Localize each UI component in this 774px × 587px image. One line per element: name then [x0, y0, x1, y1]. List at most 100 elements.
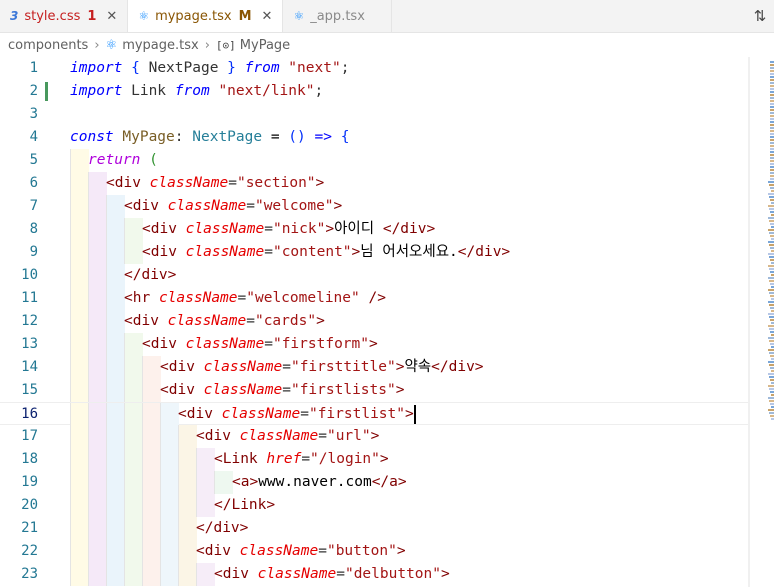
- indent-guide: [178, 425, 197, 448]
- compare-changes-icon[interactable]: ⇅: [746, 0, 774, 32]
- close-icon[interactable]: ✕: [262, 9, 273, 24]
- code-line[interactable]: 14 <div className="firsttitle">약속</div>: [0, 356, 750, 379]
- minimap-row: [770, 109, 774, 111]
- line-number: 13: [21, 336, 38, 352]
- minimap-row: [770, 103, 774, 105]
- code-line[interactable]: 12 <div className="cards">: [0, 310, 750, 333]
- code-token: (): [288, 129, 306, 145]
- breadcrumb-file[interactable]: mypage.tsx: [122, 38, 199, 53]
- css-icon: 3: [10, 9, 19, 23]
- indent-guide: [70, 425, 89, 448]
- code-token: >: [396, 543, 406, 559]
- tab-bar-spacer: [392, 0, 746, 32]
- code-line[interactable]: 7 <div className="welcome">: [0, 195, 750, 218]
- code-token: =: [318, 428, 327, 444]
- minimap-row: [770, 151, 774, 153]
- close-icon[interactable]: ✕: [106, 9, 117, 24]
- code-line[interactable]: 3: [0, 103, 750, 126]
- code-token: }: [227, 60, 236, 76]
- indent-guide: [106, 448, 125, 471]
- code-token: <div: [124, 313, 159, 329]
- code-line[interactable]: 17 <div className="url">: [0, 425, 750, 448]
- code-content: <div className="url">: [196, 425, 379, 448]
- code-line[interactable]: 16 <div className="firstlist">: [0, 402, 750, 426]
- minimap[interactable]: [750, 57, 774, 587]
- code-line[interactable]: 22 <div className="button">: [0, 540, 750, 563]
- code-token: <div: [142, 244, 177, 260]
- indent-guide: [70, 172, 89, 195]
- code-token: className: [203, 359, 283, 375]
- minimap-row: [768, 409, 774, 411]
- indent-guide: [106, 241, 125, 264]
- code-token: "next/link": [218, 83, 315, 99]
- indent-guide: [88, 356, 107, 379]
- code-line[interactable]: 4 const MyPage: NextPage = () => {: [0, 126, 750, 149]
- text-cursor: [413, 404, 416, 424]
- code-line[interactable]: 15 <div className="firstlists">: [0, 379, 750, 402]
- tab-label: _app.tsx: [310, 8, 365, 24]
- code-content: const MyPage: NextPage = () => {: [70, 126, 349, 149]
- code-line[interactable]: 20 </Link>: [0, 494, 750, 517]
- indent-guide: [124, 471, 143, 494]
- minimap-row: [770, 169, 774, 171]
- code-token: =: [282, 359, 291, 375]
- minimap-row: [768, 325, 774, 327]
- indent-guide: [88, 379, 107, 402]
- code-line[interactable]: 10 </div>: [0, 264, 750, 287]
- code-line[interactable]: 11 <hr className="welcomeline" />: [0, 287, 750, 310]
- breadcrumb-folder[interactable]: components: [8, 38, 88, 53]
- code-token: <a>: [232, 474, 259, 490]
- code-line[interactable]: 13 <div className="firstform">: [0, 333, 750, 356]
- indent-guide: [88, 195, 107, 218]
- indent-guide: [160, 540, 179, 563]
- code-line[interactable]: 8 <div className="nick">아이디 </div>: [0, 218, 750, 241]
- minimap-row: [770, 211, 774, 213]
- minimap-row: [770, 157, 774, 159]
- code-token: className: [239, 543, 319, 559]
- minimap-row: [768, 241, 774, 243]
- line-number: 14: [21, 359, 38, 375]
- breadcrumb-symbol[interactable]: MyPage: [240, 38, 290, 53]
- minimap-row: [768, 397, 774, 399]
- code-token: =: [301, 451, 311, 467]
- code-line[interactable]: 19 <a>www.naver.com</a>: [0, 471, 750, 494]
- code-line[interactable]: 6 <div className="section">: [0, 172, 750, 195]
- minimap-row: [770, 115, 774, 117]
- minimap-row: [770, 379, 774, 381]
- code-token: >: [315, 175, 325, 191]
- code-token: href: [266, 451, 302, 467]
- code-line[interactable]: 1 import { NextPage } from "next";: [0, 57, 750, 80]
- code-editor[interactable]: 1 import { NextPage } from "next"; 2 import…: [0, 57, 750, 587]
- code-line[interactable]: 2 import Link from "next/link";: [0, 80, 750, 103]
- code-line[interactable]: 9 <div className="content">님 어서오세요.</div>: [0, 241, 750, 264]
- indent-guide: [142, 494, 161, 517]
- minimap-row: [770, 403, 774, 405]
- indent-guide: [106, 471, 125, 494]
- line-number: 18: [21, 451, 38, 467]
- code-line[interactable]: 23 <div className="delbutton">: [0, 563, 750, 586]
- minimap-row: [769, 268, 774, 270]
- code-token: >: [325, 221, 335, 237]
- tab-mypage-tsx[interactable]: ⚛ mypage.tsx M ✕: [128, 0, 284, 32]
- code-token: <div: [142, 221, 177, 237]
- code-line[interactable]: 5 return (: [0, 149, 750, 172]
- code-content: <div className="delbutton">: [214, 563, 450, 586]
- code-line[interactable]: 21 </div>: [0, 517, 750, 540]
- indent-guide: [88, 425, 107, 448]
- code-content: <hr className="welcomeline" />: [124, 287, 386, 310]
- indent-guide: [70, 563, 89, 586]
- tab-style-css[interactable]: 3 style.css 1 ✕: [0, 0, 129, 32]
- indent-guide: [142, 425, 161, 448]
- code-line[interactable]: 18 <Link href="/login">: [0, 448, 750, 471]
- indent-guide: [106, 356, 125, 379]
- tab--app-tsx[interactable]: ⚛ _app.tsx: [283, 0, 392, 32]
- minimap-row: [769, 292, 774, 294]
- indent-guide: [70, 264, 89, 287]
